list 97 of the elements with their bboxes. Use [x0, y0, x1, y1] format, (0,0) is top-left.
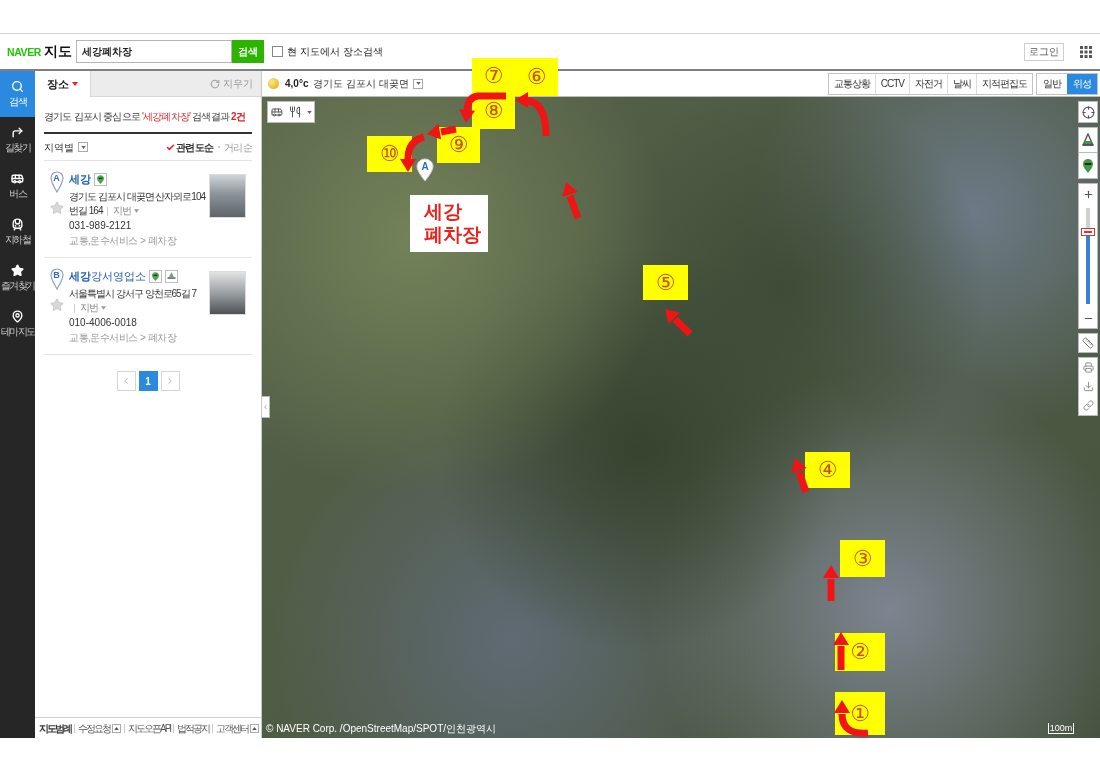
caret-icon	[72, 82, 78, 86]
address: 경기도 김포시 대곶면 산자뫼로104번길 164 지번	[69, 190, 206, 218]
pin-icon	[94, 172, 107, 186]
address: 서울특별시 강서구 양천로65길 7 지번	[69, 287, 198, 315]
nav-item[interactable]: 버스	[0, 163, 35, 209]
star-icon	[11, 264, 24, 277]
nav-item[interactable]: 길찾기	[0, 117, 35, 163]
jibun-button[interactable]: 지번	[80, 301, 106, 315]
plus-icon	[1082, 188, 1094, 200]
nav-item[interactable]: 테마지도	[0, 301, 35, 347]
step-label: ④	[805, 452, 850, 488]
route-arrow	[665, 309, 693, 337]
sun-icon	[268, 78, 279, 89]
category-text: 교통,운수서비스 > 폐차장	[69, 331, 178, 345]
nav-item[interactable]: 검색	[0, 71, 35, 117]
temperature: 4,0°c	[285, 77, 309, 91]
link-icon	[1082, 400, 1094, 411]
pin-button[interactable]	[1078, 153, 1098, 179]
cone-icon	[1082, 133, 1094, 147]
caret-icon	[134, 209, 140, 213]
pin-icon	[149, 269, 162, 283]
route-arrow	[834, 700, 869, 737]
naver-map-logo[interactable]: NAVER 지도	[7, 41, 72, 62]
nav-item[interactable]: 지하철	[0, 209, 35, 255]
map-copyright: © NAVER Corp. /OpenStreetMap/SPOT/인천광역시	[266, 722, 497, 736]
expand-button[interactable]	[250, 723, 260, 733]
region-filter[interactable]: 지역별	[44, 139, 88, 155]
check-icon	[165, 142, 175, 152]
checkbox[interactable]	[272, 46, 283, 57]
caret-icon	[252, 726, 258, 730]
star-icon[interactable]	[49, 201, 64, 215]
street-view-button[interactable]	[1078, 127, 1098, 153]
footer-link[interactable]: 법적공지	[177, 720, 210, 736]
compass-button[interactable]	[1078, 101, 1098, 123]
train-icon	[11, 218, 24, 231]
search-summary: 경기도 김포시 중심으로 '세강폐차장' 검색결과 2건	[44, 110, 246, 124]
phone-number: 010-4006-0018	[69, 316, 138, 330]
route-arrow	[515, 92, 550, 137]
page-button[interactable]: 1	[138, 371, 158, 391]
place-photo	[209, 174, 246, 218]
footer-link[interactable]: 수정요청	[78, 720, 110, 736]
printer-icon	[1082, 362, 1094, 373]
step-label: ⑥	[515, 58, 558, 96]
caret-icon	[415, 82, 421, 85]
zoom-thumb[interactable]	[1081, 228, 1095, 236]
login-button[interactable]: 로그인	[1024, 42, 1064, 61]
footer-link[interactable]: 지도오픈API	[128, 720, 171, 736]
route-arrow	[459, 92, 506, 123]
crosshair-icon	[1081, 105, 1095, 119]
ruler-icon	[1082, 337, 1094, 349]
nav-item[interactable]: 즐겨찾기	[0, 255, 35, 301]
measure-button[interactable]	[1078, 333, 1098, 353]
pin-icon	[11, 310, 24, 323]
map-scale: 100m	[1048, 723, 1074, 734]
search-icon	[11, 80, 24, 93]
weather-location: 경기도 김포시 대곶면	[313, 77, 410, 91]
place-name[interactable]: 세강	[69, 170, 91, 188]
step-label: ⑦	[472, 58, 515, 93]
footer-link[interactable]: 지도범례	[39, 720, 71, 736]
caret-icon	[101, 306, 106, 310]
caret-icon	[80, 145, 86, 149]
pin-icon	[1083, 158, 1093, 173]
search-field[interactable]: 세강폐차장	[76, 40, 232, 63]
phone-number: 031-989-2121	[69, 219, 133, 233]
map-type-tab[interactable]: 위성	[1067, 73, 1097, 94]
cone-icon	[165, 269, 178, 283]
location-dropdown[interactable]	[413, 78, 424, 89]
expand-button[interactable]	[112, 723, 121, 733]
footer-link[interactable]: 고객센터	[216, 720, 249, 736]
step-label: ⑨	[437, 127, 480, 163]
map-marker[interactable]: A	[416, 158, 434, 182]
route-arrow	[791, 458, 810, 494]
callout-label: 세강 폐차장	[410, 195, 488, 252]
turn-arrow-icon	[11, 126, 24, 139]
bus-icon	[271, 106, 283, 118]
place-name[interactable]: 세강강서영업소	[69, 267, 146, 285]
chevron-left-icon	[262, 403, 269, 411]
result-marker[interactable]: A	[49, 171, 64, 193]
fork-knife-icon	[289, 106, 301, 118]
star-icon[interactable]	[49, 298, 64, 312]
caret-icon	[306, 110, 312, 114]
caret-icon	[114, 726, 119, 730]
step-label: ③	[840, 540, 885, 577]
download-icon	[1082, 381, 1094, 392]
place-photo	[209, 271, 246, 315]
route-arrow	[562, 182, 582, 220]
bus-icon	[11, 172, 24, 185]
chevron-left-icon	[121, 376, 131, 386]
step-label: ⑤	[643, 265, 688, 300]
checkbox-label[interactable]: 현 지도에서 장소검색	[287, 44, 383, 59]
sort-option[interactable]: 관련도순	[165, 139, 214, 155]
chevron-right-icon	[165, 376, 175, 386]
refresh-icon	[210, 78, 220, 89]
apps-grid-icon[interactable]	[1080, 45, 1092, 58]
result-marker[interactable]: B	[49, 268, 64, 290]
category-text: 교통,운수서비스 > 폐차장	[69, 234, 178, 248]
jibun-button[interactable]: 지번	[113, 204, 140, 218]
